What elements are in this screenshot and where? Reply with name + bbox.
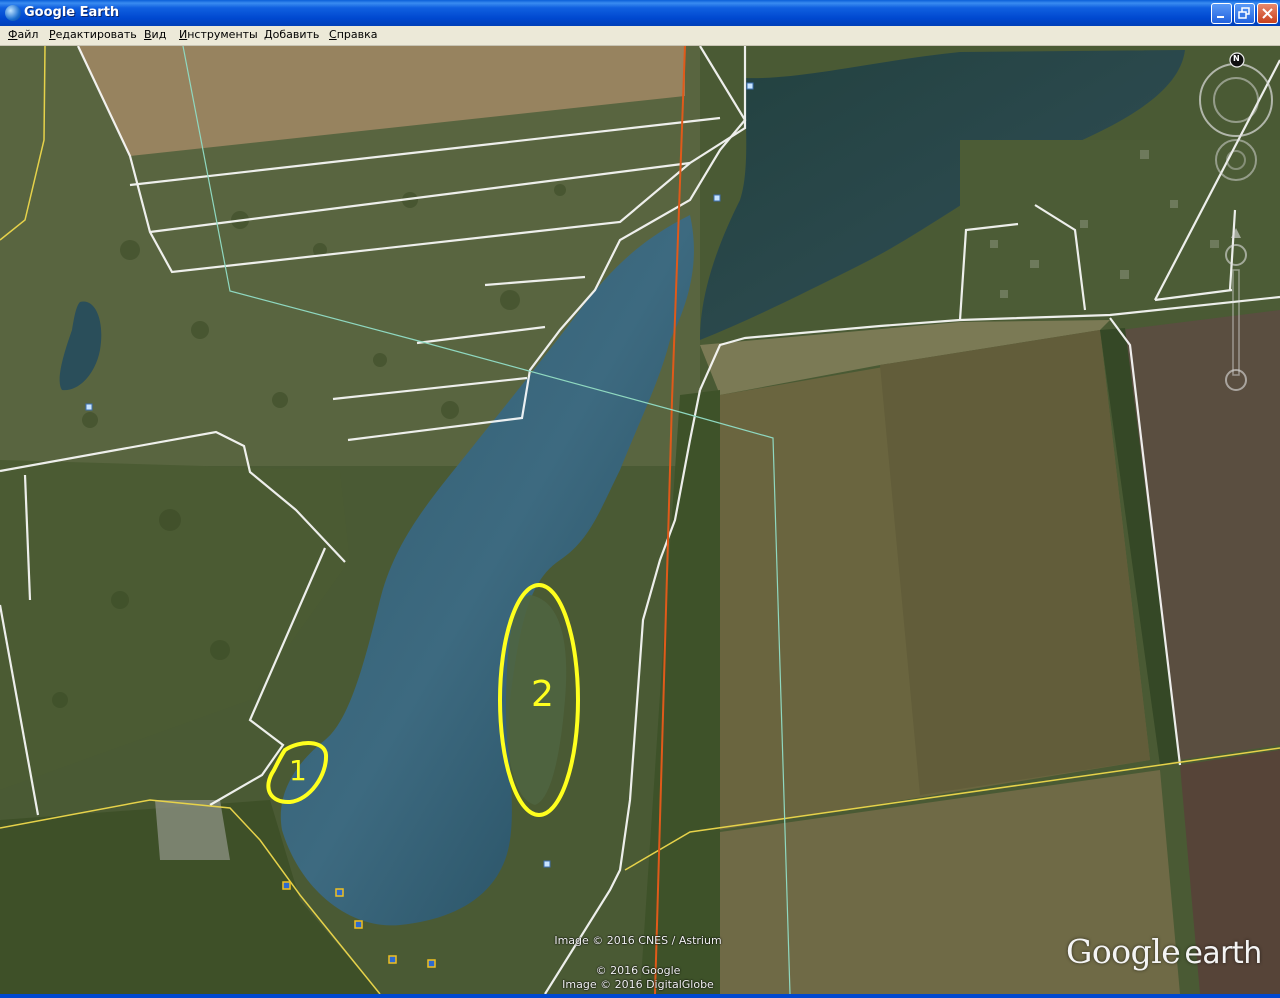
google-earth-icon [5, 5, 21, 21]
menu-edit[interactable]: Редактировать [49, 28, 137, 41]
menu-add[interactable]: Добавить [264, 28, 319, 41]
minimize-button[interactable] [1211, 3, 1232, 24]
menu-bar: Файл Редактировать Вид Инструменты Добав… [0, 26, 1280, 46]
google-earth-logo: Google earth [1066, 932, 1262, 971]
logo-earth: earth [1184, 936, 1262, 971]
satellite-imagery [0, 46, 1280, 994]
compass-north-label: N [1233, 54, 1240, 63]
menu-tools[interactable]: Инструменты [179, 28, 258, 41]
google-copyright: © 2016 Google [595, 964, 681, 977]
menu-file[interactable]: Файл [8, 28, 38, 41]
menu-view[interactable]: Вид [144, 28, 166, 41]
map-view[interactable]: 1 2 N Image © 2016 CNES / Astrium © 2016… [0, 46, 1280, 994]
restore-button[interactable] [1234, 3, 1255, 24]
window-title: Google Earth [24, 5, 120, 20]
close-button[interactable] [1257, 3, 1278, 24]
logo-google: Google [1066, 932, 1181, 971]
marker-1-label: 1 [289, 754, 307, 787]
digitalglobe-credit: Image © 2016 DigitalGlobe [562, 978, 714, 991]
google-earth-window: Google Earth Файл Редактировать Вид Инст… [0, 0, 1280, 998]
menu-help[interactable]: Справка [329, 28, 377, 41]
title-bar[interactable]: Google Earth [0, 0, 1280, 26]
marker-2-label: 2 [531, 674, 554, 715]
imagery-credit: Image © 2016 CNES / Astrium [554, 934, 722, 947]
window-bottom-border [0, 994, 1280, 998]
